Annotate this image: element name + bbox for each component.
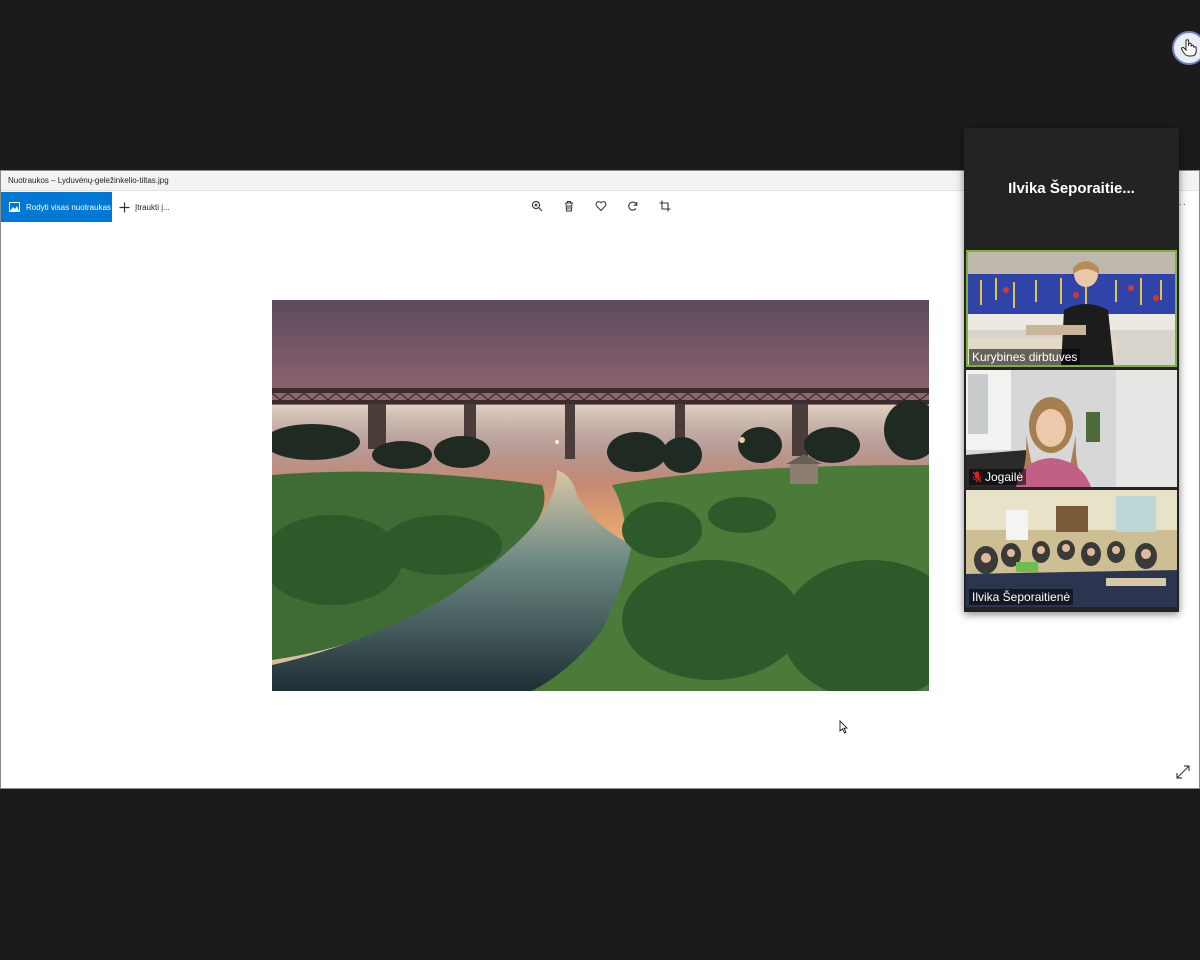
remote-control-pointer-icon[interactable] [1172,31,1200,65]
zoom-in-icon[interactable] [528,197,546,215]
participant-name-label: Kurybines dirbtuves [969,349,1081,365]
heart-icon[interactable] [592,197,610,215]
expand-icon[interactable] [1175,764,1191,780]
participant-name: Jogailė [985,470,1024,484]
rotate-icon[interactable] [624,197,642,215]
photo-viewer-image [272,300,929,691]
participant-video-tile[interactable]: Jogailė [966,370,1177,487]
show-all-photos-button[interactable]: Rodyti visas nuotraukas [1,192,112,222]
add-to-button[interactable]: Įtraukti į... [119,192,170,222]
show-all-photos-label: Rodyti visas nuotraukas [26,202,111,212]
trash-icon[interactable] [560,197,578,215]
add-to-label: Įtraukti į... [135,202,170,212]
participant-name-label: Ilvika Šeporaitienė [969,589,1074,605]
participant-name-label: Jogailė [969,469,1027,485]
microphone-muted-icon [972,471,982,483]
photo-gallery-icon [9,202,20,212]
participant-gallery: Ilvika Šeporaitie... Kurybines dirbtuves [964,128,1179,612]
plus-icon [119,202,130,212]
crop-icon[interactable] [656,197,674,215]
active-speaker-name: Ilvika Šeporaitie... [1008,180,1135,197]
participant-video-tile[interactable]: Kurybines dirbtuves [966,250,1177,367]
mouse-cursor-icon [839,720,848,734]
participant-name: Ilvika Šeporaitienė [972,590,1071,604]
photo-tools [528,197,674,215]
participant-video-tile[interactable]: Ilvika Šeporaitienė [966,490,1177,607]
participant-name: Kurybines dirbtuves [972,350,1078,364]
